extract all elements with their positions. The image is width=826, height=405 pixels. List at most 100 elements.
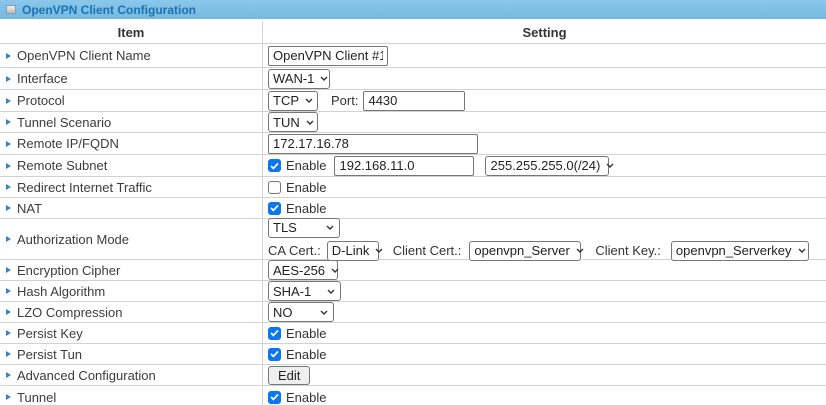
check-icon — [270, 162, 279, 170]
table-row-remote-subnet: Remote Subnet Enable 255.255.255.0(/24) — [0, 155, 826, 177]
remote-subnet-enable-label: Enable — [286, 158, 326, 173]
chevron-down-icon — [320, 310, 328, 315]
nat-label: NAT — [17, 201, 42, 216]
bullet-arrow-icon — [6, 53, 11, 59]
tunnel-scenario-label: Tunnel Scenario — [17, 115, 111, 130]
hash-item-cell: Hash Algorithm — [0, 281, 263, 301]
table-header-row: Item Setting — [0, 21, 826, 44]
table-row-authorization-mode: Authorization Mode TLS CA Cert.: D-Link … — [0, 219, 826, 260]
client-key-select[interactable]: openvpn_Serverkey — [671, 241, 809, 261]
column-header-item: Item — [0, 21, 263, 43]
remote-subnet-item-cell: Remote Subnet — [0, 155, 263, 176]
column-header-setting: Setting — [263, 21, 826, 43]
redirect-item-cell: Redirect Internet Traffic — [0, 177, 263, 197]
port-input[interactable] — [363, 91, 465, 111]
table-row-remote-ip: Remote IP/FQDN — [0, 133, 826, 155]
chevron-down-icon — [326, 225, 334, 230]
check-icon — [270, 393, 279, 401]
client-cert-label: Client Cert.: — [393, 243, 462, 258]
cipher-item-cell: Encryption Cipher — [0, 260, 263, 280]
remote-subnet-setting-cell: Enable 255.255.255.0(/24) — [263, 155, 826, 176]
remote-ip-input[interactable] — [268, 134, 478, 154]
persist-tun-setting-cell: Enable — [263, 344, 826, 364]
chevron-down-icon — [331, 268, 339, 273]
check-icon — [270, 204, 279, 212]
advanced-setting-cell: Edit — [263, 365, 826, 385]
bullet-arrow-icon — [6, 163, 11, 169]
auth-mode-select[interactable]: TLS — [268, 218, 340, 238]
nat-setting-cell: Enable — [263, 198, 826, 218]
bullet-arrow-icon — [6, 267, 11, 273]
advanced-label: Advanced Configuration — [17, 368, 156, 383]
remote-subnet-ip-input[interactable] — [334, 156, 474, 176]
client-cert-select[interactable]: openvpn_Server — [469, 241, 581, 261]
interface-select-value: WAN-1 — [273, 71, 314, 86]
persist-tun-enable-label: Enable — [286, 347, 326, 362]
persist-tun-item-cell: Persist Tun — [0, 344, 263, 364]
redirect-setting-cell: Enable — [263, 177, 826, 197]
table-row-persist-key: Persist Key Enable — [0, 323, 826, 344]
redirect-enable-checkbox[interactable] — [268, 181, 281, 194]
auth-mode-select-line: TLS — [268, 218, 340, 238]
persist-key-enable-checkbox[interactable] — [268, 327, 281, 340]
client-name-item-cell: OpenVPN Client Name — [0, 44, 263, 67]
bullet-arrow-icon — [6, 372, 11, 378]
tunnel-label: Tunnel — [17, 390, 56, 405]
chevron-down-icon — [798, 248, 806, 253]
check-icon — [270, 329, 279, 337]
setting-header-label: Setting — [522, 25, 566, 40]
auth-mode-select-value: TLS — [273, 220, 297, 235]
persist-key-item-cell: Persist Key — [0, 323, 263, 343]
interface-select[interactable]: WAN-1 — [268, 69, 330, 89]
check-icon — [270, 350, 279, 358]
auth-mode-item-cell: Authorization Mode — [0, 219, 263, 259]
persist-key-setting-cell: Enable — [263, 323, 826, 343]
auth-mode-setting-cell: TLS CA Cert.: D-Link Client Cert.: openv… — [263, 219, 826, 259]
client-name-input[interactable] — [268, 46, 388, 66]
protocol-select-value: TCP — [273, 93, 299, 108]
tunnel-enable-checkbox[interactable] — [268, 391, 281, 404]
protocol-setting-cell: TCP Port: — [263, 90, 826, 111]
protocol-select[interactable]: TCP — [268, 91, 318, 111]
table-row-protocol: Protocol TCP Port: — [0, 90, 826, 112]
remote-subnet-mask-value: 255.255.255.0(/24) — [490, 158, 600, 173]
remote-subnet-label: Remote Subnet — [17, 158, 107, 173]
persist-key-label: Persist Key — [17, 326, 83, 341]
ca-cert-select[interactable]: D-Link — [327, 241, 379, 261]
tunnel-scenario-select[interactable]: TUN — [268, 112, 318, 132]
remote-ip-label: Remote IP/FQDN — [17, 136, 119, 151]
remote-subnet-enable-checkbox[interactable] — [268, 159, 281, 172]
auth-mode-certs-line: CA Cert.: D-Link Client Cert.: openvpn_S… — [268, 241, 809, 261]
hash-label: Hash Algorithm — [17, 284, 105, 299]
tunnel-setting-cell: Enable — [263, 386, 826, 405]
tunnel-scenario-setting-cell: TUN — [263, 112, 826, 132]
lzo-select[interactable]: NO — [268, 302, 334, 322]
hash-select[interactable]: SHA-1 — [268, 281, 341, 301]
table-row-tunnel-scenario: Tunnel Scenario TUN — [0, 112, 826, 133]
edit-button[interactable]: Edit — [268, 366, 310, 385]
table-row-encryption-cipher: Encryption Cipher AES-256 — [0, 260, 826, 281]
bullet-arrow-icon — [6, 236, 11, 242]
table-row-redirect: Redirect Internet Traffic Enable — [0, 177, 826, 198]
hash-select-value: SHA-1 — [273, 284, 311, 299]
redirect-label: Redirect Internet Traffic — [17, 180, 152, 195]
item-header-label: Item — [118, 25, 145, 40]
bullet-arrow-icon — [6, 351, 11, 357]
hash-setting-cell: SHA-1 — [263, 281, 826, 301]
table-row-nat: NAT Enable — [0, 198, 826, 219]
chevron-down-icon — [576, 248, 584, 253]
nat-enable-checkbox[interactable] — [268, 202, 281, 215]
persist-tun-label: Persist Tun — [17, 347, 82, 362]
table-row-lzo-compression: LZO Compression NO — [0, 302, 826, 323]
bullet-arrow-icon — [6, 205, 11, 211]
cipher-select[interactable]: AES-256 — [268, 260, 338, 280]
nat-enable-label: Enable — [286, 201, 326, 216]
chevron-down-icon — [305, 98, 313, 103]
bullet-arrow-icon — [6, 119, 11, 125]
cipher-label: Encryption Cipher — [17, 263, 120, 278]
remote-subnet-mask-select[interactable]: 255.255.255.0(/24) — [485, 156, 609, 176]
page-title: OpenVPN Client Configuration — [22, 3, 196, 17]
persist-tun-enable-checkbox[interactable] — [268, 348, 281, 361]
section-square-icon — [6, 5, 16, 14]
persist-key-enable-label: Enable — [286, 326, 326, 341]
